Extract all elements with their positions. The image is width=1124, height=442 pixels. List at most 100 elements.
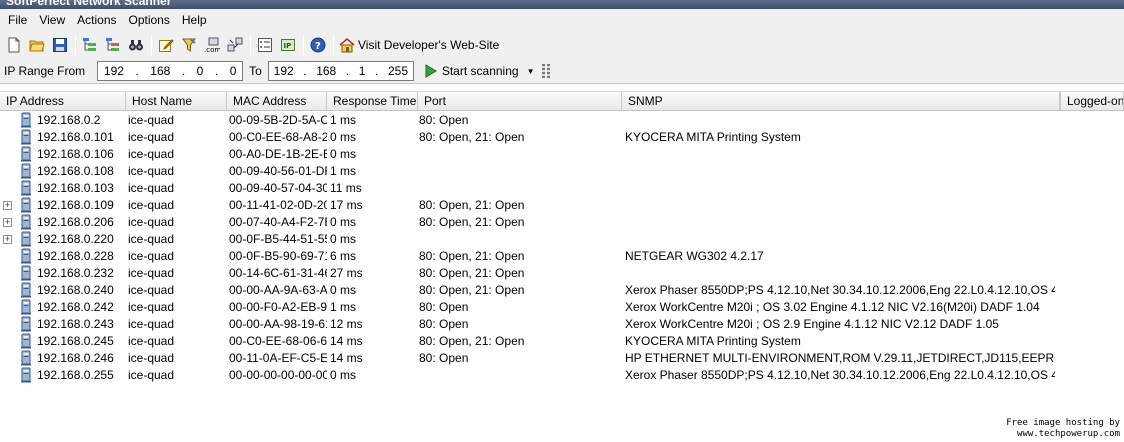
cell-host-name: ice-quad bbox=[128, 113, 175, 127]
ip-button[interactable]: IP bbox=[277, 34, 299, 56]
table-row[interactable]: 192.168.0.246 ice-quad 00-11-0A-EF-C5-E0 14… bbox=[0, 350, 1124, 367]
watermark-line: www.techpowerup.com bbox=[1017, 429, 1120, 439]
table-row[interactable]: 192.168.0.101 ice-quad 00-C0-EE-68-A8-20 0 … bbox=[0, 129, 1124, 146]
cell-mac-address: 00-00-AA-98-19-61 bbox=[229, 317, 327, 331]
table-row[interactable]: +192.168.0.220 ice-quad 00-0F-B5-44-51-55 0… bbox=[0, 231, 1124, 248]
table-row[interactable]: 192.168.0.232 ice-quad 00-14-6C-61-31-46 27… bbox=[0, 265, 1124, 282]
edit-icon bbox=[159, 39, 174, 52]
network-button[interactable] bbox=[224, 34, 246, 56]
column-header-port[interactable]: Port bbox=[418, 92, 622, 111]
table-row[interactable]: 192.168.0.245 ice-quad 00-C0-EE-68-06-67 14… bbox=[0, 333, 1124, 350]
table-row[interactable]: 192.168.0.106 ice-quad 00-A0-DE-1B-2E-B1 0 … bbox=[0, 146, 1124, 163]
cell-port: 80: Open bbox=[419, 300, 469, 314]
cell-response-time: 1 ms bbox=[330, 300, 357, 314]
cell-mac-address: 00-09-5B-2D-5A-C0 bbox=[229, 113, 327, 127]
column-header-logged-on-user[interactable]: Logged-on U bbox=[1060, 92, 1124, 111]
cell-mac-address: 00-C0-EE-68-06-67 bbox=[229, 334, 327, 348]
new-button[interactable] bbox=[3, 34, 25, 56]
table-row[interactable]: 192.168.0.242 ice-quad 00-00-F0-A2-EB-97 1 … bbox=[0, 299, 1124, 316]
computer-icon bbox=[21, 248, 31, 264]
cell-mac-address: 00-00-F0-A2-EB-97 bbox=[229, 300, 327, 314]
ip-octet: 168 bbox=[150, 64, 171, 78]
pause-icon[interactable] bbox=[542, 64, 554, 78]
table-row[interactable]: 192.168.0.228 ice-quad 00-0F-B5-90-69-71 6 … bbox=[0, 248, 1124, 265]
computer-icon bbox=[21, 129, 31, 145]
edit-button[interactable] bbox=[155, 34, 177, 56]
grid-header: IP Address Host Name MAC Address Respons… bbox=[0, 91, 1124, 111]
cell-response-time: 0 ms bbox=[330, 130, 357, 144]
table-row[interactable]: +192.168.0.206 ice-quad 00-07-40-A4-F2-7B 0… bbox=[0, 214, 1124, 231]
filter-button[interactable] bbox=[178, 34, 200, 56]
cell-ip-address: 192.168.0.232 bbox=[37, 266, 114, 280]
table-row[interactable]: +192.168.0.109 ice-quad 00-11-41-02-0D-20 1… bbox=[0, 197, 1124, 214]
ip-octet: 192 bbox=[273, 64, 294, 78]
open-button[interactable] bbox=[26, 34, 48, 56]
cell-response-time: 0 ms bbox=[330, 232, 357, 246]
menu-file[interactable]: File bbox=[2, 13, 33, 27]
start-scanning-button[interactable]: Start scanning bbox=[424, 64, 519, 78]
cell-host-name: ice-quad bbox=[128, 181, 175, 195]
table-row[interactable]: 192.168.0.240 ice-quad 00-00-AA-9A-63-AD 0 … bbox=[0, 282, 1124, 299]
computer-icon bbox=[21, 180, 31, 196]
cell-host-name: ice-quad bbox=[128, 215, 175, 229]
cell-response-time: 0 ms bbox=[330, 215, 357, 229]
computer-icon bbox=[21, 282, 31, 298]
table-row[interactable]: 192.168.0.108 ice-quad 00-09-40-56-01-DF 1 … bbox=[0, 163, 1124, 180]
ip-range-to-input[interactable]: 192. 168. 1. 255 bbox=[267, 61, 414, 81]
cell-host-name: ice-quad bbox=[128, 351, 175, 365]
ip-range-from-input[interactable]: 192. 168. 0. 0 bbox=[97, 61, 244, 81]
visit-website-button[interactable]: Visit Developer's Web-Site bbox=[339, 37, 499, 53]
table-row[interactable]: 192.168.0.255 ice-quad 00-00-00-00-00-00 0 … bbox=[0, 367, 1124, 384]
computer-icon bbox=[21, 367, 31, 383]
expand-icon[interactable]: + bbox=[3, 201, 12, 210]
cell-snmp bbox=[625, 180, 1055, 197]
dns-button[interactable]: .com bbox=[201, 34, 223, 56]
help-button[interactable]: ? bbox=[307, 34, 329, 56]
cell-port: 80: Open bbox=[419, 351, 469, 365]
column-header-snmp[interactable]: SNMP bbox=[622, 92, 1060, 111]
cell-snmp: Xerox WorkCentre M20i ; OS 3.02 Engine 4… bbox=[625, 300, 1040, 314]
computer-icon bbox=[21, 299, 31, 315]
expand-icon[interactable]: + bbox=[3, 218, 12, 227]
table-row[interactable]: 192.168.0.243 ice-quad 00-00-AA-98-19-61 12… bbox=[0, 316, 1124, 333]
computer-icon bbox=[21, 350, 31, 366]
results-grid: IP Address Host Name MAC Address Respons… bbox=[0, 91, 1124, 391]
expand-tree-button[interactable] bbox=[79, 34, 101, 56]
help-icon: ? bbox=[310, 37, 326, 53]
cell-port: 80: Open, 21: Open bbox=[419, 198, 525, 212]
list-button[interactable] bbox=[254, 34, 276, 56]
collapse-tree-button[interactable] bbox=[102, 34, 124, 56]
toolbar: .com IP ? Visit Developer's Web-Site bbox=[0, 31, 1124, 59]
column-header-ip-address[interactable]: IP Address bbox=[0, 92, 126, 111]
expand-icon[interactable]: + bbox=[3, 235, 12, 244]
cell-ip-address: 192.168.0.245 bbox=[37, 334, 114, 348]
cell-response-time: 0 ms bbox=[330, 283, 357, 297]
cell-mac-address: 00-07-40-A4-F2-7B bbox=[229, 215, 327, 229]
save-button[interactable] bbox=[49, 34, 71, 56]
cell-mac-address: 00-09-40-56-01-DF bbox=[229, 164, 327, 178]
cell-port: 80: Open, 21: Open bbox=[419, 283, 525, 297]
ip-range-to-label: To bbox=[249, 64, 262, 78]
ip-icon: IP bbox=[281, 39, 295, 51]
cell-response-time: 14 ms bbox=[330, 334, 363, 348]
find-button[interactable] bbox=[125, 34, 147, 56]
menu-help[interactable]: Help bbox=[176, 13, 213, 27]
save-icon bbox=[53, 38, 67, 52]
menu-actions[interactable]: Actions bbox=[71, 13, 122, 27]
cell-response-time: 11 ms bbox=[330, 181, 362, 195]
column-header-mac-address[interactable]: MAC Address bbox=[227, 92, 327, 111]
ip-octet: 168 bbox=[316, 64, 337, 78]
chevron-down-icon[interactable]: ▼ bbox=[527, 67, 535, 76]
cell-ip-address: 192.168.0.220 bbox=[37, 232, 114, 246]
toolbar-separator bbox=[250, 35, 251, 55]
column-header-response-time[interactable]: Response Time bbox=[327, 92, 418, 111]
network-icon bbox=[227, 37, 243, 52]
cell-host-name: ice-quad bbox=[128, 368, 175, 382]
table-row[interactable]: 192.168.0.103 ice-quad 00-09-40-57-04-30 11… bbox=[0, 180, 1124, 197]
column-header-host-name[interactable]: Host Name bbox=[126, 92, 227, 111]
table-row[interactable]: 192.168.0.2 ice-quad 00-09-5B-2D-5A-C0 1 ms… bbox=[0, 112, 1124, 129]
home-icon bbox=[339, 38, 355, 53]
menu-options[interactable]: Options bbox=[123, 13, 176, 27]
menu-view[interactable]: View bbox=[33, 13, 71, 27]
cell-port bbox=[419, 367, 621, 384]
